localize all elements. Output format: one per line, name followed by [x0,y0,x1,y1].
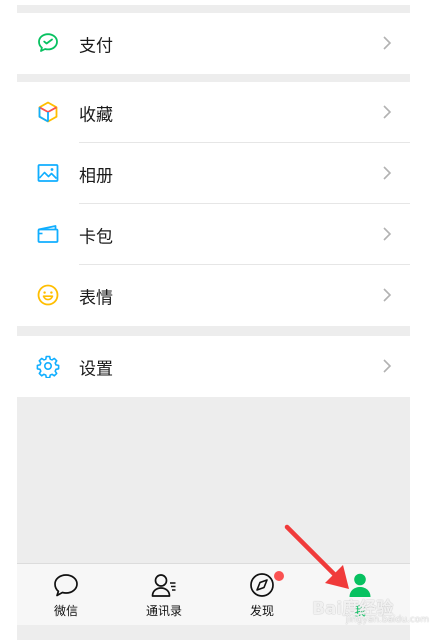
chat-bubble-icon [54,574,78,597]
wechat-me-screen: 支付 收藏 相册 卡包 表情 设置 微信 通讯录 发现 我 [17,0,410,640]
tab-label: 发现 [249,604,274,618]
tab-chats[interactable]: 微信 [17,564,115,626]
favorites-cube-icon [38,101,58,123]
chevron-right-icon [383,288,392,302]
menu-item-cards[interactable]: 卡包 [17,204,410,265]
bottom-strip [17,625,410,640]
pay-icon [38,33,58,52]
menu-item-label: 卡包 [79,227,113,247]
chevron-right-icon [383,105,392,119]
menu-item-label: 相册 [79,166,113,186]
chevron-right-icon [383,359,392,373]
gear-icon [36,355,60,378]
menu-item-favorites[interactable]: 收藏 [17,82,410,143]
baidu-watermark-url: jingyan.baidu.com [346,615,430,625]
chevron-right-icon [383,227,392,241]
menu-item-label: 支付 [79,36,113,56]
features-group: 收藏 相册 卡包 表情 [17,82,410,326]
menu-item-label: 收藏 [79,105,113,125]
chevron-right-icon [383,166,392,180]
menu-item-stickers[interactable]: 表情 [17,265,410,326]
album-picture-icon [37,164,59,182]
chevron-right-icon [383,36,392,50]
tab-label: 微信 [53,604,78,618]
contacts-person-icon [151,574,176,597]
tab-label: 通讯录 [145,604,182,618]
menu-item-label: 设置 [79,359,113,379]
smiley-face-icon [37,284,59,306]
top-group-edge [17,0,410,5]
menu-item-label: 表情 [79,288,113,308]
menu-item-album[interactable]: 相册 [17,143,410,204]
notification-dot [274,571,284,581]
pay-group: 支付 [17,13,410,74]
compass-icon [250,573,274,597]
tab-contacts[interactable]: 通讯录 [115,564,213,626]
menu-item-settings[interactable]: 设置 [17,336,410,397]
tab-discover[interactable]: 发现 [213,564,311,626]
menu-item-pay[interactable]: 支付 [17,13,410,74]
card-wallet-icon [37,225,59,243]
settings-group: 设置 [17,336,410,397]
